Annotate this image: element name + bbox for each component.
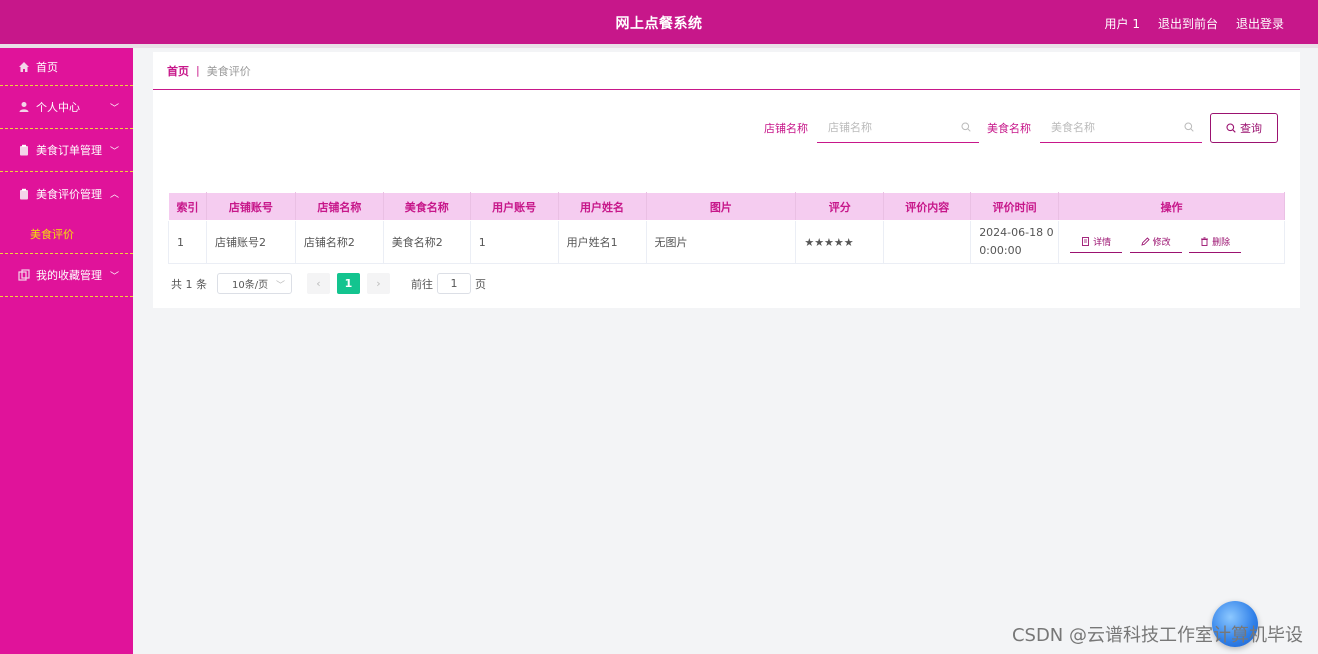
sidebar-item-order-management[interactable]: 美食订单管理 ﹀	[0, 129, 133, 172]
breadcrumb-current: 美食评价	[206, 64, 251, 78]
column-header: 评分	[795, 192, 885, 221]
sidebar-item-review-management[interactable]: 美食评价管理 ︿	[0, 172, 133, 215]
column-header: 美食名称	[382, 192, 471, 221]
search-icon	[961, 122, 971, 132]
search-icon	[1184, 122, 1194, 132]
review-table: 索引 店铺账号 店铺名称 美食名称 用户账号 用户姓名 图片 评分 评价内容 评…	[168, 192, 1285, 264]
column-header: 图片	[645, 192, 797, 221]
sidebar-item-label: 美食评价管理	[36, 187, 102, 201]
breadcrumb-separator: |	[196, 64, 200, 77]
food-name-field	[1040, 112, 1202, 143]
prev-page-button[interactable]: ‹	[307, 273, 330, 294]
sidebar-item-favorites-management[interactable]: 我的收藏管理 ﹀	[0, 254, 133, 297]
top-bar: 网上点餐系统 用户 1 退出到前台 退出登录	[0, 0, 1318, 44]
column-header: 评价时间	[970, 192, 1060, 221]
cell-time-line: 2024-06-18 0	[979, 226, 1054, 239]
detail-button-label: 详情	[1093, 238, 1112, 248]
sidebar-item-label: 美食订单管理	[36, 144, 102, 157]
cell-actions: 详情 修改 删除	[1058, 220, 1285, 264]
home-icon	[18, 61, 30, 73]
sidebar-item-personal-center[interactable]: 个人中心 ﹀	[0, 86, 133, 129]
cell-food-name: 美食名称2	[382, 220, 471, 264]
delete-button-label: 删除	[1212, 238, 1231, 248]
next-page-button[interactable]: ›	[367, 273, 390, 294]
main-panel: 首页 | 美食评价 店铺名称 美食名称 查询 索引 店铺账号 店铺名称 美食	[153, 52, 1300, 308]
clipboard-icon	[18, 144, 30, 156]
shop-name-field	[817, 112, 979, 143]
sidebar-item-label: 首页	[36, 60, 58, 74]
detail-button[interactable]: 详情	[1070, 231, 1123, 253]
top-bar-actions: 用户 1 退出到前台 退出登录	[1105, 15, 1284, 32]
cell-shop-account: 店铺账号2	[205, 220, 296, 264]
cell-content	[883, 220, 972, 264]
column-header: 评价内容	[883, 192, 972, 221]
logout-link[interactable]: 退出登录	[1236, 15, 1284, 32]
delete-button[interactable]: 删除	[1189, 231, 1242, 253]
breadcrumb: 首页 | 美食评价	[153, 52, 1300, 90]
chevron-right-icon: ›	[376, 277, 381, 290]
cell-shop-name: 店铺名称2	[294, 220, 384, 264]
cell-user-account: 1	[469, 220, 559, 264]
page-size-value: 10条/页	[232, 280, 269, 291]
pencil-icon	[1141, 237, 1150, 246]
chevron-down-icon: ﹀	[109, 147, 119, 157]
food-name-label: 美食名称	[987, 121, 1031, 135]
column-header: 用户账号	[469, 192, 559, 221]
breadcrumb-home[interactable]: 首页	[167, 63, 189, 79]
chevron-left-icon: ‹	[316, 277, 321, 290]
current-user: 用户 1	[1104, 17, 1140, 31]
exit-to-front-link[interactable]: 退出到前台	[1158, 15, 1218, 32]
table-header-row: 索引 店铺账号 店铺名称 美食名称 用户账号 用户姓名 图片 评分 评价内容 评…	[168, 192, 1285, 221]
document-icon	[1082, 237, 1090, 246]
sidebar: 首页 个人中心 ﹀ 美食订单管理 ﹀ 美食评价管理 ︿ 美食评价 我的收藏管理 …	[0, 48, 133, 654]
table-row: 1 店铺账号2 店铺名称2 美食名称2 1 用户姓名1 无图片 ★★★★★ 20…	[168, 220, 1285, 264]
edit-button[interactable]: 修改	[1129, 231, 1182, 253]
shop-name-input[interactable]	[817, 112, 957, 142]
edit-button-label: 修改	[1152, 238, 1171, 248]
column-header: 店铺名称	[294, 192, 384, 221]
column-header: 操作	[1058, 192, 1285, 221]
column-header: 店铺账号	[205, 192, 296, 221]
sidebar-item-label: 个人中心	[36, 101, 80, 114]
food-name-input[interactable]	[1040, 112, 1180, 142]
goto-suffix: 页	[475, 277, 486, 291]
cell-index: 1	[168, 220, 207, 264]
sidebar-item-home[interactable]: 首页	[0, 48, 133, 86]
cell-time: 2024-06-18 0 0:00:00	[970, 220, 1060, 264]
shop-name-label: 店铺名称	[764, 121, 808, 135]
clipboard-icon	[18, 188, 30, 200]
cell-rating: ★★★★★	[795, 220, 885, 264]
goto-page-input[interactable]: 1	[437, 273, 471, 294]
watermark: CSDN @云谱科技工作室计算机毕设	[1011, 625, 1303, 646]
chevron-down-icon: ﹀	[109, 272, 119, 282]
cell-time-line: 0:00:00	[979, 244, 1022, 257]
total-count: 共 1 条	[171, 277, 207, 291]
query-button-label: 查询	[1240, 121, 1262, 135]
column-header: 用户姓名	[557, 192, 647, 221]
chevron-down-icon: ﹀	[109, 104, 119, 114]
goto-label: 前往	[411, 277, 433, 291]
query-button[interactable]: 查询	[1210, 112, 1278, 143]
cell-image: 无图片	[645, 220, 797, 264]
search-icon	[1226, 122, 1236, 133]
chevron-up-icon: ︿	[109, 190, 119, 200]
pagination: 共 1 条 10条/页 ﹀ ‹ 1 › 前往 1 页	[171, 273, 486, 294]
page-number-current[interactable]: 1	[337, 273, 360, 294]
column-header: 索引	[168, 192, 207, 221]
sidebar-item-label: 我的收藏管理	[36, 269, 102, 282]
top-bar-divider	[0, 44, 1318, 48]
search-bar: 店铺名称 美食名称 查询	[764, 112, 1278, 143]
copy-icon	[18, 269, 30, 281]
sidebar-subitem-food-review[interactable]: 美食评价	[0, 215, 133, 254]
chevron-down-icon: ﹀	[275, 281, 285, 291]
user-icon	[18, 101, 30, 113]
page-size-select[interactable]: 10条/页 ﹀	[217, 273, 292, 294]
trash-icon	[1201, 237, 1209, 246]
cell-user-name: 用户姓名1	[557, 220, 647, 264]
